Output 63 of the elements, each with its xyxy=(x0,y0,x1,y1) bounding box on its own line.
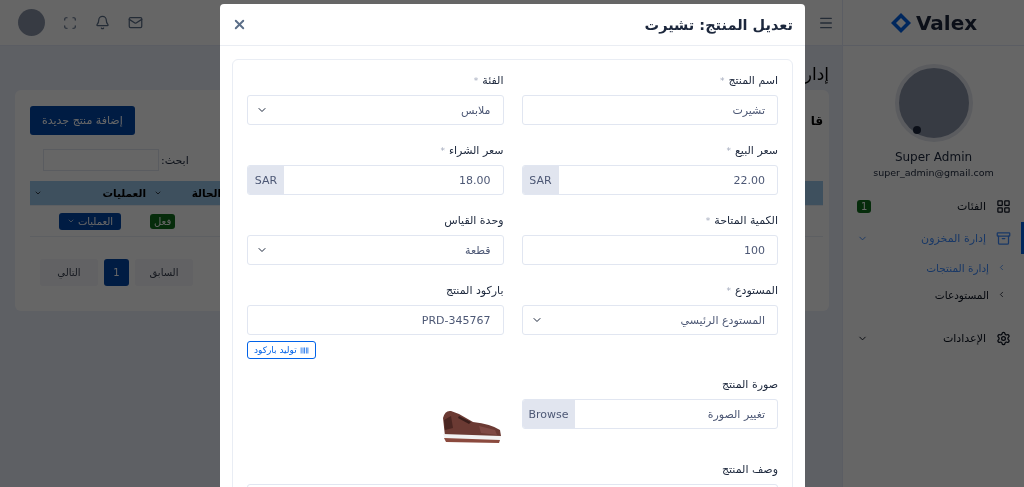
pagination-button[interactable]: التالي xyxy=(40,259,98,286)
menu-icon xyxy=(996,230,1011,246)
required-mark: * xyxy=(705,215,711,228)
menu-icon xyxy=(996,330,1011,346)
field-label: المستودع xyxy=(734,284,778,298)
sort-icon xyxy=(154,189,162,197)
field-label: صورة المنتج xyxy=(721,378,778,392)
add-product-button[interactable]: إضافة منتج جديدة xyxy=(30,106,135,135)
actions-button[interactable]: العمليات xyxy=(58,212,122,230)
search-label: ابحث: xyxy=(161,153,189,167)
field-label: سعر الشراء xyxy=(448,144,504,158)
required-mark: * xyxy=(726,285,731,298)
chevron-icon xyxy=(997,263,1006,272)
submenu-item[interactable]: المستودعات xyxy=(843,281,1024,308)
field-label: وصف المنتج xyxy=(721,463,778,477)
field-label: الفئة xyxy=(482,74,504,88)
sidebar-item[interactable]: الإعدادات xyxy=(843,322,1024,354)
modal-title: تعديل المنتج: تشيرت xyxy=(644,16,793,33)
pagination-button[interactable]: السابق xyxy=(135,259,193,286)
currency-addon: SAR xyxy=(248,166,284,194)
user-name: Super Admin xyxy=(894,150,973,164)
required-mark: * xyxy=(726,145,731,158)
field-label: اسم المنتج xyxy=(728,74,778,88)
column-header[interactable]: الحالة xyxy=(191,187,221,199)
chevron-icon xyxy=(997,290,1006,299)
logo-text: Valex xyxy=(915,10,978,35)
caret-icon xyxy=(66,217,75,225)
card-title: قا xyxy=(810,113,823,128)
menu-icon xyxy=(996,198,1011,214)
fullscreen-icon[interactable] xyxy=(63,15,77,30)
logo-icon xyxy=(889,11,912,34)
browse-button[interactable]: Browse xyxy=(522,400,575,428)
user-email: super_admin@gmail.com xyxy=(873,167,994,178)
input-field[interactable]: 22.00 xyxy=(558,166,777,194)
generate-barcode-button[interactable]: توليد باركود xyxy=(247,341,316,359)
avatar[interactable] xyxy=(18,9,45,36)
column-header[interactable]: العمليات xyxy=(102,187,146,199)
select-field[interactable]: قطعة xyxy=(247,235,504,265)
required-mark: * xyxy=(719,75,725,88)
barcode-icon xyxy=(299,345,309,355)
bell-icon[interactable] xyxy=(95,15,110,30)
mail-icon[interactable] xyxy=(128,15,143,30)
input-field[interactable]: 100 xyxy=(521,235,778,265)
close-button[interactable] xyxy=(232,17,247,32)
currency-addon: SAR xyxy=(522,166,559,194)
field-label: باركود المنتج xyxy=(445,284,504,298)
input-field[interactable]: 18.00 xyxy=(284,166,503,194)
input-field[interactable]: تشيرت xyxy=(521,95,778,125)
status-dot xyxy=(912,126,921,134)
required-mark: * xyxy=(440,145,445,158)
field-label: وحدة القياس xyxy=(444,214,504,228)
sidebar-item[interactable]: إدارة المخزون xyxy=(843,222,1024,254)
sort-icon xyxy=(34,189,42,197)
status-badge: فعل xyxy=(150,213,176,229)
field-label: الكمية المتاحة xyxy=(714,214,778,228)
pagination-button[interactable]: 1 xyxy=(104,259,129,286)
field-label: سعر البيع xyxy=(735,144,778,158)
input-field[interactable]: PRD-345767 xyxy=(247,305,504,335)
select-field[interactable]: ملابس xyxy=(247,95,504,125)
close-icon xyxy=(232,17,247,32)
select-field[interactable]: المستودع الرئيسي xyxy=(521,305,778,335)
submenu-item[interactable]: إدارة المنتجات xyxy=(843,254,1024,281)
required-mark: * xyxy=(473,75,479,88)
